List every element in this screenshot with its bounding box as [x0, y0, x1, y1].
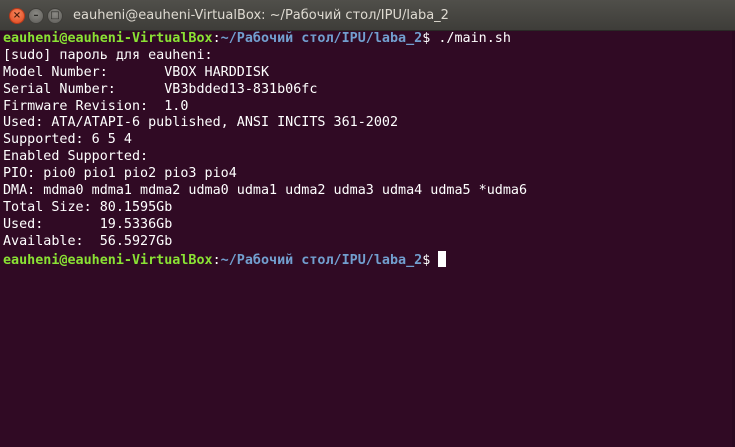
output-line: Total Size: 80.1595Gb [3, 199, 173, 215]
prompt-colon: : [212, 31, 221, 46]
minimize-icon[interactable]: – [28, 8, 44, 24]
output-line: Used: 19.5336Gb [3, 216, 173, 232]
prompt-dollar: $ [422, 252, 431, 268]
output-line: Firmware Revision: 1.0 [3, 98, 189, 114]
output-line: Enabled Supported: [3, 149, 149, 165]
output-line: Serial Number: VB3bdded13-831b06fc [3, 81, 318, 97]
command-text: ./main.sh [430, 31, 511, 46]
prompt-line-current[interactable]: eauheni@eauheni-VirtualBox:~/Рабочий сто… [3, 250, 527, 268]
terminal-window: × – □ eauheni@eauheni-VirtualBox: ~/Рабо… [0, 0, 735, 447]
prompt-path: ~/Рабочий стол/IPU/laba_2 [220, 31, 423, 46]
prompt-colon: : [212, 252, 221, 268]
output-line: Used: ATA/ATAPI-6 published, ANSI INCITS… [3, 115, 399, 131]
window-title: eauheni@eauheni-VirtualBox: ~/Рабочий ст… [73, 8, 449, 23]
terminal-output: eauheni@eauheni-VirtualBox:~/Рабочий сто… [3, 31, 528, 268]
output-line: PIO: pio0 pio1 pio2 pio3 pio4 [3, 166, 237, 182]
prompt-user-host: eauheni@eauheni-VirtualBox [3, 31, 213, 46]
maximize-icon[interactable]: □ [47, 8, 63, 24]
output-line: DMA: mdma0 mdma1 mdma2 udma0 udma1 udma2… [3, 183, 528, 199]
output-line: Available: 56.5927Gb [3, 233, 173, 249]
title-bar[interactable]: × – □ eauheni@eauheni-VirtualBox: ~/Рабо… [0, 0, 735, 31]
output-line: [sudo] пароль для eauheni: [3, 47, 213, 63]
output-line: Model Number: VBOX HARDDISK [3, 64, 270, 80]
output-line: Supported: 6 5 4 [3, 132, 132, 148]
prompt-line-command: eauheni@eauheni-VirtualBox:~/Рабочий сто… [3, 31, 527, 48]
close-icon[interactable]: × [9, 8, 25, 24]
prompt-path: ~/Рабочий стол/IPU/laba_2 [220, 252, 423, 268]
terminal-area[interactable]: eauheni@eauheni-VirtualBox:~/Рабочий сто… [0, 31, 735, 447]
prompt-user-host: eauheni@eauheni-VirtualBox [3, 252, 213, 268]
text-cursor [438, 250, 447, 267]
